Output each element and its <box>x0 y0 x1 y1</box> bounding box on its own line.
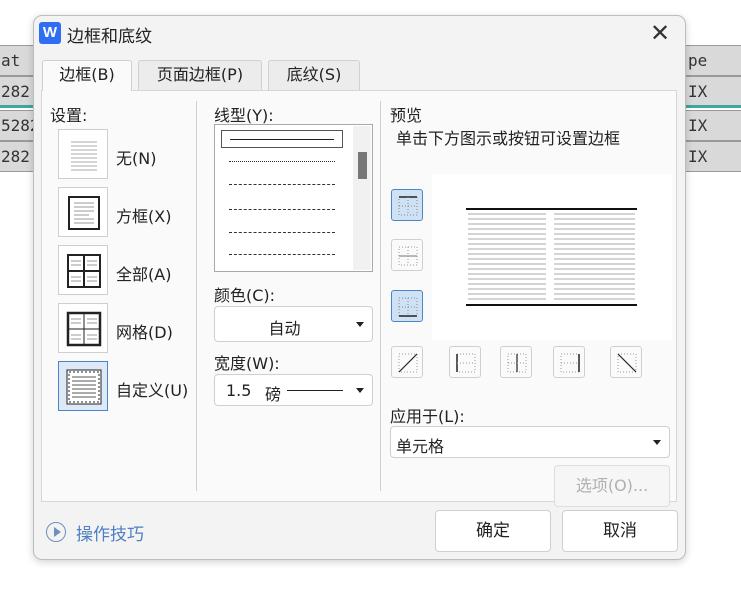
width-sample-line <box>287 390 343 391</box>
close-icon[interactable]: ✕ <box>647 20 673 46</box>
width-select[interactable]: 1.5 磅 <box>214 374 373 406</box>
line-style-solid[interactable] <box>221 130 343 148</box>
doc-cell: IX <box>684 76 741 107</box>
wps-writer-icon: W <box>39 22 61 44</box>
tips-label[interactable]: 操作技巧 <box>76 520 144 545</box>
line-style-small-dash[interactable] <box>221 176 343 194</box>
setting-box-label[interactable]: 方框(X) <box>116 203 171 227</box>
width-value: 1.5 <box>226 381 252 400</box>
line-style-dash-dot-dot[interactable] <box>221 246 343 264</box>
setting-all-icon[interactable] <box>58 245 108 295</box>
scrollbar-thumb[interactable] <box>358 152 367 179</box>
options-button[interactable]: 选项(O)... <box>554 465 670 507</box>
chevron-down-icon <box>356 388 364 393</box>
column-divider <box>380 101 381 491</box>
diagonal-down-border-button[interactable] <box>610 346 642 378</box>
line-style-dash-dot[interactable] <box>221 224 343 242</box>
inside-vertical-border-button[interactable] <box>500 346 532 378</box>
chevron-down-icon <box>653 440 661 445</box>
top-border-button[interactable] <box>391 189 423 221</box>
preview-canvas[interactable] <box>432 174 672 340</box>
color-select[interactable]: 自动 <box>214 306 373 342</box>
doc-cell: pe <box>684 45 741 76</box>
doc-cell: IX <box>684 141 741 172</box>
apply-to-select[interactable]: 单元格 <box>390 426 670 458</box>
setting-none-icon[interactable] <box>58 129 108 179</box>
line-style-dotted[interactable] <box>221 153 343 171</box>
setting-custom-label[interactable]: 自定义(U) <box>116 377 188 401</box>
doc-cell: IX <box>684 110 741 141</box>
preview-heading: 预览 <box>390 106 423 125</box>
doc-divider <box>684 105 741 108</box>
play-circle-icon <box>46 522 66 542</box>
line-style-scrollbar[interactable] <box>353 126 371 270</box>
settings-heading: 设置: <box>50 106 88 125</box>
tab-borders[interactable]: 边框(B) <box>42 60 132 91</box>
tab-shading[interactable]: 底纹(S) <box>268 60 360 90</box>
left-border-button[interactable] <box>449 346 481 378</box>
ok-button[interactable]: 确定 <box>435 510 551 552</box>
setting-box-icon[interactable] <box>58 187 108 237</box>
dialog-title: 边框和底纹 <box>67 27 152 47</box>
line-style-list[interactable] <box>214 124 373 272</box>
setting-none-label[interactable]: 无(N) <box>116 145 156 169</box>
width-heading: 宽度(W): <box>214 354 280 373</box>
borders-panel: 设置: 无(N) 方框(X) 全部(A) 网格(D) 自定义(U) 线型(Y):… <box>41 90 677 507</box>
setting-custom-icon[interactable] <box>58 361 108 411</box>
tab-page-border[interactable]: 页面边框(P) <box>138 60 262 90</box>
bottom-border-button[interactable] <box>391 290 423 322</box>
chevron-down-icon <box>356 322 364 327</box>
title-bar[interactable]: W 边框和底纹 ✕ <box>34 16 685 52</box>
setting-grid-icon[interactable] <box>58 303 108 353</box>
doc-divider <box>0 105 36 108</box>
right-border-button[interactable] <box>553 346 585 378</box>
line-style-heading: 线型(Y): <box>214 106 274 125</box>
color-heading: 颜色(C): <box>214 286 276 305</box>
inside-horizontal-border-button[interactable] <box>391 239 423 271</box>
apply-to-heading: 应用于(L): <box>390 407 465 426</box>
color-value: 自动 <box>268 319 301 338</box>
cancel-button[interactable]: 取消 <box>562 510 678 552</box>
setting-grid-label[interactable]: 网格(D) <box>116 319 173 343</box>
width-unit: 磅 <box>265 385 282 404</box>
diagonal-up-border-button[interactable] <box>391 346 423 378</box>
borders-shading-dialog: W 边框和底纹 ✕ 边框(B) 页面边框(P) 底纹(S) 设置: 无(N) 方… <box>33 15 686 560</box>
setting-all-label[interactable]: 全部(A) <box>116 261 171 285</box>
column-divider <box>196 101 197 491</box>
line-style-dash[interactable] <box>221 201 343 219</box>
apply-to-value: 单元格 <box>396 437 445 456</box>
preview-hint: 单击下方图示或按钮可设置边框 <box>396 129 621 148</box>
